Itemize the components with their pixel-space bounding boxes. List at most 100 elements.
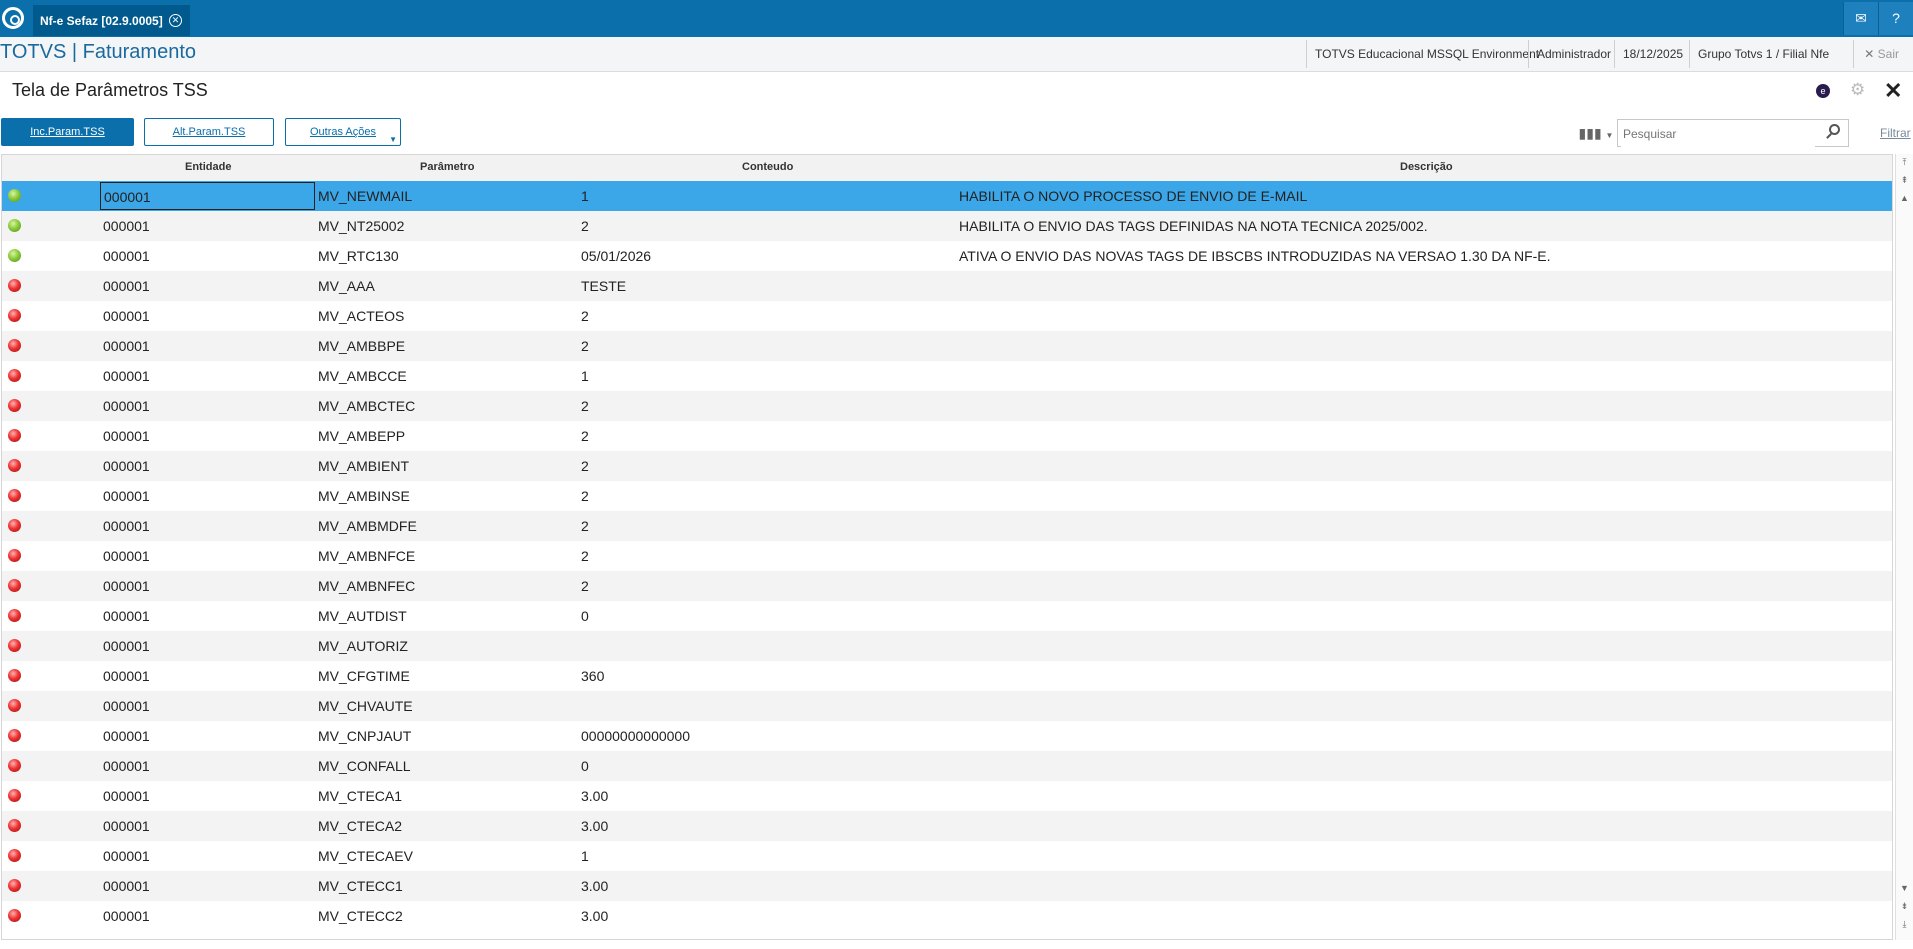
table-row[interactable]: 000001 MV_AMBNFEC 2 [2,571,1892,601]
table-row[interactable]: 000001 MV_AUTDIST 0 [2,601,1892,631]
mail-icon[interactable]: ✉ [1843,2,1878,35]
entidade-cell[interactable]: 000001 [103,458,150,474]
search-input[interactable] [1621,121,1815,147]
scroll-top-icon[interactable]: ⤒ [1899,156,1910,169]
conteudo-cell[interactable]: 2 [581,488,589,504]
filter-link[interactable]: Filtrar [1880,126,1911,140]
parametro-cell[interactable]: MV_AMBINSE [318,488,410,504]
entidade-cell[interactable]: 000001 [103,788,150,804]
entidade-cell[interactable]: 000001 [103,218,150,234]
close-icon[interactable]: ✕ [1884,78,1902,104]
entidade-cell[interactable]: 000001 [103,698,150,714]
parametro-cell[interactable]: MV_AMBBPE [318,338,405,354]
parametro-cell[interactable]: MV_CHVAUTE [318,698,413,714]
search-icon[interactable] [1829,124,1840,135]
entidade-cell[interactable]: 000001 [103,668,150,684]
parametro-cell[interactable]: MV_AMBCTEC [318,398,415,414]
conteudo-cell[interactable]: 2 [581,458,589,474]
conteudo-cell[interactable]: 2 [581,308,589,324]
parametro-cell[interactable]: MV_CNPJAUT [318,728,411,744]
entidade-cell[interactable]: 000001 [103,548,150,564]
scroll-down-icon[interactable]: ▼ [1899,882,1910,895]
entidade-cell[interactable]: 000001 [103,608,150,624]
entidade-cell[interactable]: 000001 [103,578,150,594]
scroll-page-up-icon[interactable]: ⇞ [1899,174,1910,187]
conteudo-cell[interactable]: 3.00 [581,908,608,924]
table-row[interactable]: 000001 MV_AMBCCE 1 [2,361,1892,391]
parametro-cell[interactable]: MV_AMBMDFE [318,518,417,534]
parametro-cell[interactable]: MV_NEWMAIL [318,188,412,204]
conteudo-cell[interactable]: 3.00 [581,788,608,804]
conteudo-cell[interactable]: 0 [581,758,589,774]
totvs-logo-icon[interactable] [2,7,24,29]
conteudo-cell[interactable]: 05/01/2026 [581,248,651,264]
conteudo-cell[interactable]: 2 [581,428,589,444]
conteudo-cell[interactable]: 3.00 [581,878,608,894]
parametro-cell[interactable]: MV_AMBNFCE [318,548,415,564]
scroll-bottom-icon[interactable]: ⤓ [1899,918,1910,931]
parametro-cell[interactable]: MV_RTC130 [318,248,399,264]
table-row[interactable]: 000001 MV_ACTEOS 2 [2,301,1892,331]
conteudo-cell[interactable]: 3.00 [581,818,608,834]
entidade-cell[interactable]: 000001 [103,278,150,294]
entidade-cell[interactable]: 000001 [103,908,150,924]
parametro-cell[interactable]: MV_AAA [318,278,375,294]
parametro-cell[interactable]: MV_AMBCCE [318,368,407,384]
table-row[interactable]: 000001 MV_AMBIENT 2 [2,451,1892,481]
entidade-cell[interactable]: 000001 [103,428,150,444]
tab-nfe-sefaz[interactable]: Nf-e Sefaz [02.9.0005] ✕ [33,5,190,36]
table-row[interactable]: 000001 MV_AMBBPE 2 [2,331,1892,361]
parametro-cell[interactable]: MV_ACTEOS [318,308,404,324]
conteudo-cell[interactable]: 360 [581,668,604,684]
column-header-entidade[interactable]: Entidade [185,161,231,173]
table-row[interactable]: 000001 MV_NT25002 2 HABILITA O ENVIO DAS TA… [2,211,1892,241]
exit-button[interactable]: ✕ Sair [1853,40,1899,68]
conteudo-cell[interactable]: 00000000000000 [581,728,690,744]
entidade-cell[interactable]: 000001 [103,638,150,654]
entidade-cell[interactable]: 000001 [103,878,150,894]
e-icon[interactable]: e [1816,84,1830,98]
column-header-descricao[interactable]: Descrição [1400,161,1453,173]
parametro-cell[interactable]: MV_CFGTIME [318,668,410,684]
conteudo-cell[interactable]: TESTE [581,278,626,294]
columns-menu-button[interactable]: ▮▮▮ ▼ [1577,120,1615,146]
scroll-up-icon[interactable]: ▲ [1899,192,1910,205]
entidade-cell[interactable]: 000001 [103,488,150,504]
conteudo-cell[interactable]: 2 [581,518,589,534]
descricao-cell[interactable]: HABILITA O NOVO PROCESSO DE ENVIO DE E-M… [959,188,1307,204]
table-row[interactable]: 000001 MV_AMBNFCE 2 [2,541,1892,571]
parametro-cell[interactable]: MV_AMBEPP [318,428,405,444]
descricao-cell[interactable]: HABILITA O ENVIO DAS TAGS DEFINIDAS NA N… [959,218,1428,234]
conteudo-cell[interactable]: 2 [581,338,589,354]
descricao-cell[interactable]: ATIVA O ENVIO DAS NOVAS TAGS DE IBSCBS I… [959,248,1551,264]
entidade-cell[interactable]: 000001 [103,818,150,834]
column-header-parametro[interactable]: Parâmetro [420,161,474,173]
help-icon[interactable]: ? [1878,2,1913,35]
tab-close-icon[interactable]: ✕ [169,14,182,27]
vertical-scrollbar[interactable]: ⤒ ⇞ ▲ ▼ ⇟ ⤓ [1895,154,1913,940]
parametro-cell[interactable]: MV_AMBIENT [318,458,409,474]
entidade-cell[interactable]: 000001 [103,308,150,324]
table-row[interactable]: 000001 MV_CFGTIME 360 [2,661,1892,691]
table-row[interactable]: 000001 MV_AMBMDFE 2 [2,511,1892,541]
conteudo-cell[interactable]: 1 [581,848,589,864]
table-row[interactable]: 000001 MV_CTECC2 3.00 [2,901,1892,931]
parametro-cell[interactable]: MV_AUTDIST [318,608,407,624]
parametro-cell[interactable]: MV_AMBNFEC [318,578,415,594]
parametro-cell[interactable]: MV_CTECA2 [318,818,402,834]
scroll-page-down-icon[interactable]: ⇟ [1899,900,1910,913]
entidade-cell[interactable]: 000001 [103,518,150,534]
table-row[interactable]: 000001 MV_CTECA1 3.00 [2,781,1892,811]
entidade-cell[interactable]: 000001 [103,248,150,264]
conteudo-cell[interactable]: 1 [581,368,589,384]
entidade-cell[interactable]: 000001 [100,182,315,210]
conteudo-cell[interactable]: 0 [581,608,589,624]
entidade-cell[interactable]: 000001 [103,728,150,744]
conteudo-cell[interactable]: 2 [581,578,589,594]
table-row[interactable]: 000001 MV_CNPJAUT 00000000000000 [2,721,1892,751]
entidade-cell[interactable]: 000001 [103,368,150,384]
parametro-cell[interactable]: MV_NT25002 [318,218,404,234]
conteudo-cell[interactable]: 2 [581,218,589,234]
gear-icon[interactable]: ⚙ [1850,80,1865,100]
alt-param-button[interactable]: Alt.Param.TSS [144,118,274,146]
